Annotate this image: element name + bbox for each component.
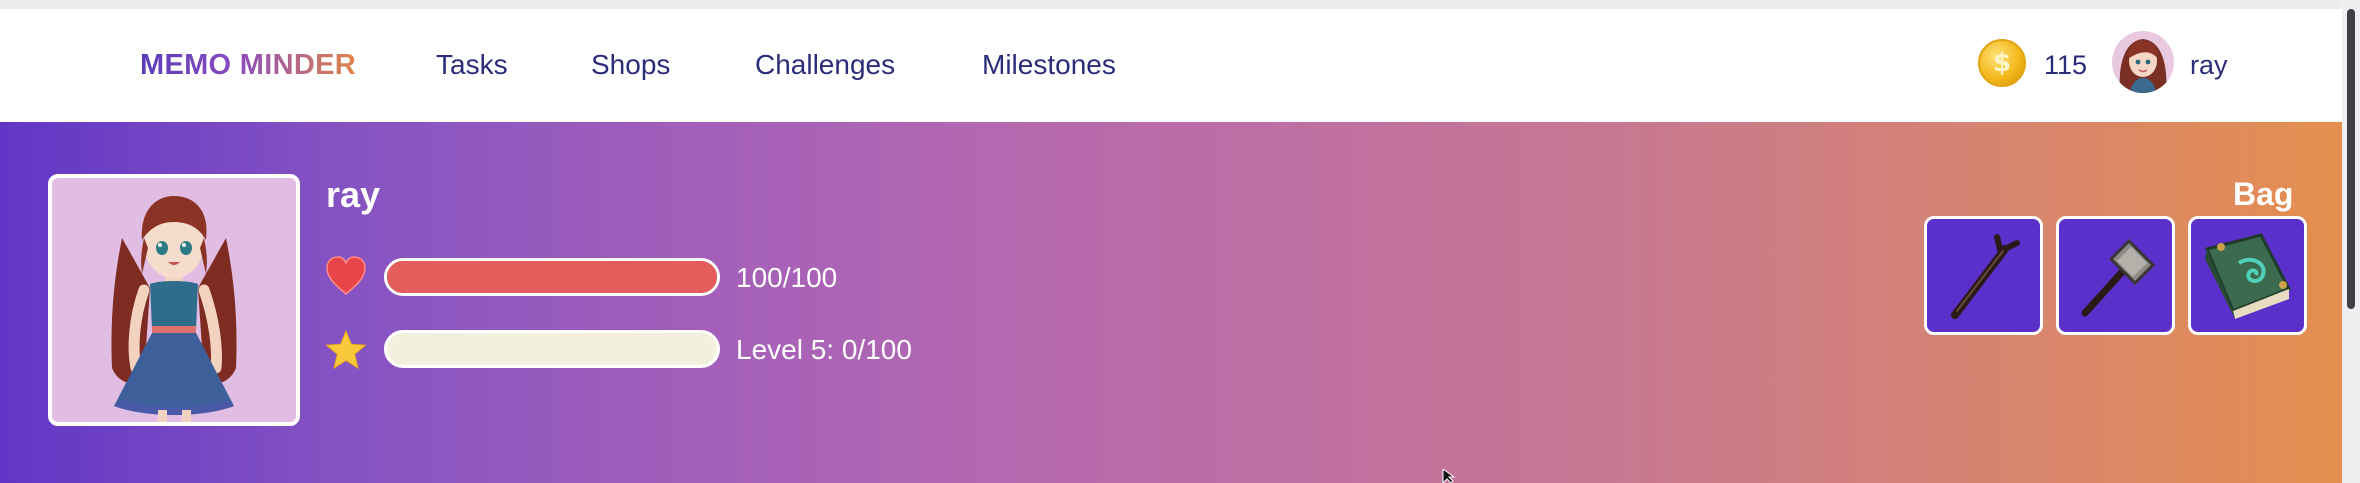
experience-value: Level 5: 0/100 — [736, 334, 912, 365]
star-icon — [325, 329, 367, 370]
hammer-icon — [2081, 238, 2156, 317]
coin-icon: $ — [1978, 39, 2026, 87]
window-top-strip — [0, 0, 2360, 9]
bag-slot-1[interactable] — [1924, 216, 2043, 335]
nav-username[interactable]: ray — [2190, 50, 2228, 81]
nav-link-milestones[interactable]: Milestones — [982, 49, 1116, 81]
experience-bar — [384, 330, 720, 368]
nav-link-challenges[interactable]: Challenges — [755, 49, 895, 81]
bag-slot-3[interactable] — [2188, 216, 2307, 335]
heart-icon — [326, 256, 366, 295]
profile-banner: ray 100/100 Level 5: 0/100 Bag — [0, 122, 2342, 483]
coin-count: 115 — [2044, 50, 2088, 80]
top-navbar: MEMO MINDER Tasks Shops Challenges Miles… — [0, 9, 2342, 123]
health-bar-fill — [387, 261, 717, 293]
mouse-cursor-icon — [1442, 469, 1456, 483]
bag-title: Bag — [2233, 176, 2294, 212]
spellbook-icon — [2204, 233, 2292, 319]
bag-slot-2[interactable] — [2056, 216, 2175, 335]
nav-link-shops[interactable]: Shops — [591, 49, 670, 81]
character-portrait — [48, 174, 300, 426]
wooden-staff-icon — [1951, 234, 2020, 319]
health-value: 100/100 — [736, 262, 838, 293]
nav-link-tasks[interactable]: Tasks — [436, 49, 508, 81]
health-bar — [384, 258, 720, 296]
player-name: ray — [326, 174, 381, 215]
scrollbar-thumb[interactable] — [2347, 9, 2355, 309]
user-avatar[interactable] — [2112, 31, 2174, 93]
brand-logo[interactable]: MEMO MINDER — [140, 49, 356, 82]
